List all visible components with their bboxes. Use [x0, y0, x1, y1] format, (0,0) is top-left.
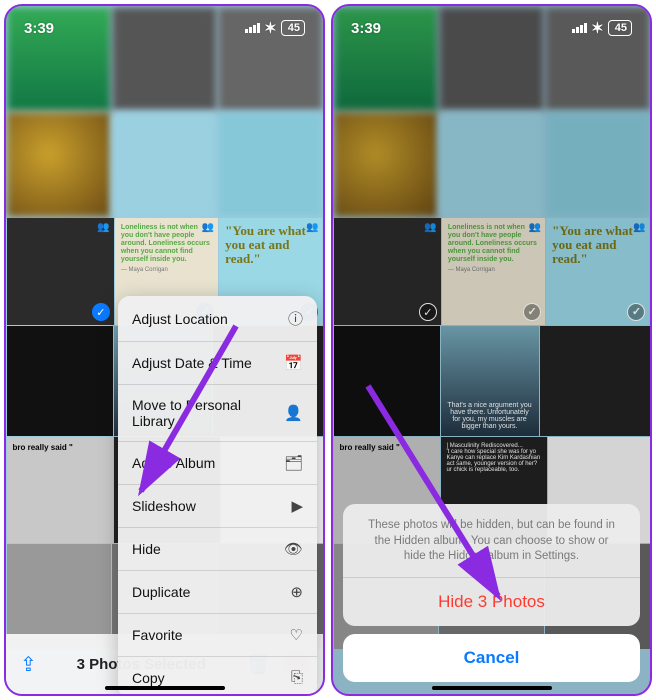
photo-thumb[interactable]: bro really said "	[7, 437, 113, 543]
phone-left: 3:39 ✶ 45 👥✓ Loneliness is not when you …	[4, 4, 325, 696]
selected-check-icon[interactable]: ✓	[92, 303, 110, 321]
heart-icon: ♡	[290, 626, 303, 644]
person-icon: 👤	[284, 404, 303, 422]
menu-move-personal[interactable]: Move to Personal Library👤	[118, 384, 317, 441]
menu-favorite[interactable]: Favorite♡	[118, 613, 317, 656]
wifi-icon: ✶	[591, 19, 604, 37]
menu-duplicate[interactable]: Duplicate⊕	[118, 570, 317, 613]
context-menu: Adjust Locationⓘ Adjust Date & Time📅 Mov…	[118, 296, 317, 696]
menu-adjust-datetime[interactable]: Adjust Date & Time📅	[118, 341, 317, 384]
photo-thumb[interactable]	[7, 326, 113, 436]
calendar-icon: 📅	[284, 354, 303, 372]
share-icon[interactable]: ⇪	[20, 652, 37, 677]
status-bar: 3:39 ✶ 45	[6, 6, 323, 50]
phone-right: 3:39 ✶ 45 👥✓ Loneliness is not when you …	[331, 4, 652, 696]
shared-icon: 👥	[97, 222, 109, 233]
menu-adjust-location[interactable]: Adjust Locationⓘ	[118, 296, 317, 341]
album-icon: 🗂	[284, 454, 303, 472]
sheet-message: These photos will be hidden, but can be …	[343, 504, 640, 577]
menu-add-album[interactable]: Add to Album🗂	[118, 441, 317, 484]
home-indicator[interactable]	[432, 686, 552, 690]
duplicate-icon: ⊕	[290, 583, 303, 601]
cancel-button[interactable]: Cancel	[343, 634, 640, 682]
status-right: ✶ 45	[572, 19, 632, 37]
photo-thumb[interactable]: 👥✓	[7, 218, 114, 325]
shared-icon: 👥	[202, 222, 214, 234]
menu-hide[interactable]: Hide👁	[118, 527, 317, 570]
cellular-icon	[245, 23, 260, 33]
menu-copy[interactable]: Copy⎘	[118, 656, 317, 696]
battery-icon: 45	[608, 20, 632, 36]
wifi-icon: ✶	[264, 19, 277, 37]
action-sheet: These photos will be hidden, but can be …	[343, 504, 640, 682]
status-bar: 3:39 ✶ 45	[333, 6, 650, 50]
play-icon: ▶︎	[291, 497, 303, 515]
menu-slideshow[interactable]: Slideshow▶︎	[118, 484, 317, 527]
copy-icon: ⎘	[291, 669, 303, 686]
hide-photos-button[interactable]: Hide 3 Photos	[343, 577, 640, 626]
cellular-icon	[572, 23, 587, 33]
eye-slash-icon: 👁	[284, 540, 303, 558]
home-indicator[interactable]	[105, 686, 225, 690]
shared-icon: 👥	[306, 222, 318, 233]
info-icon: ⓘ	[288, 308, 303, 329]
status-time: 3:39	[24, 20, 54, 37]
battery-icon: 45	[281, 20, 305, 36]
status-time: 3:39	[351, 20, 381, 37]
status-right: ✶ 45	[245, 19, 305, 37]
